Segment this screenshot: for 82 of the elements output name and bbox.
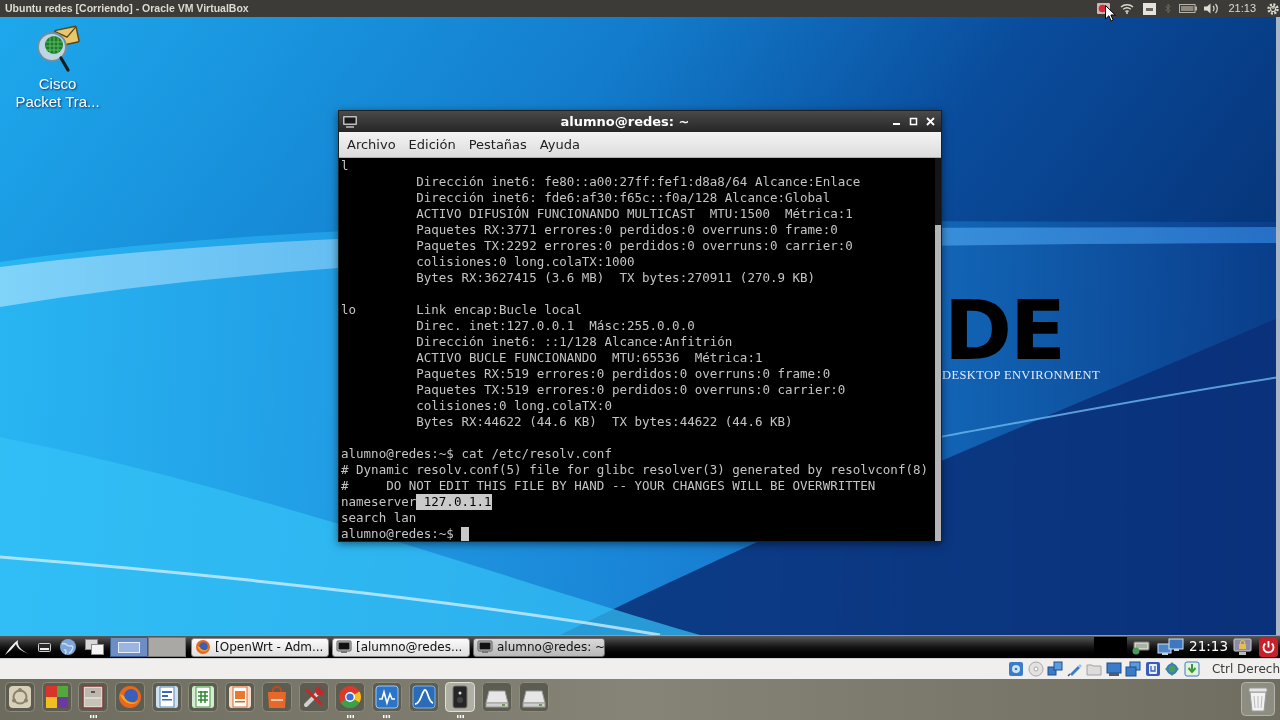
scrollbar-thumb[interactable] [935,225,941,541]
terminal-line: alumno@redes:~$ [341,526,454,541]
trash-icon[interactable] [1241,682,1275,716]
menu-item[interactable]: Edición [408,138,456,151]
terminal-line: Dirección inet6: ::1/128 Alcance:Anfitrión [416,334,733,349]
settings-icon[interactable] [1266,1,1280,16]
terminal-line: ACTIVO BUCLE FUNCIONANDO MTU:65536 Métrica:1 [416,350,763,365]
terminal-line: search lan [341,510,417,526]
stacked-windows-icon[interactable] [1125,661,1142,677]
presentation-icon[interactable] [225,682,256,712]
terminal-line: Link encap:Bucle local [416,302,582,318]
windows-icon[interactable] [85,639,104,655]
terminal-line: Paquetes TX:519 errores:0 perdidos:0 overruns:0 carrier:0 [416,382,846,397]
interface-name: lo [341,302,357,317]
monitor-icon [477,639,493,655]
terminal-line: Dirección inet6: fde6:af30:f65c::f0a/128 Alcance:Global [416,190,831,205]
panel-clock[interactable]: 21:13 [1189,640,1228,654]
monitor-icon [336,639,352,655]
display-icon[interactable] [1105,661,1122,677]
terminal-line: Dirección inet6: fe80::a00:27ff:fef1:d8a8/64 Alcance:Enlace [416,174,861,189]
spreadsheet-icon[interactable] [188,682,219,712]
terminal-line: Direc. inet:127.0.0.1 Másc:255.0.0.0 [416,318,695,333]
hard-drive-icon[interactable] [481,682,512,712]
network-computers-icon[interactable] [1157,638,1186,656]
terminal-title: alumno@redes: ~ [560,115,690,128]
keyboard-indicator-icon[interactable] [1143,2,1157,15]
maximize-icon[interactable] [909,117,918,126]
terminal-line: colisiones:0 long.colaTX:1000 [416,254,635,269]
shopping-bag-icon[interactable] [261,682,292,712]
battery-icon[interactable] [1179,4,1198,13]
circle-logo-icon[interactable] [5,682,35,712]
terminal-line: # DO NOT EDIT THIS FILE BY HAND -- YOUR CHANGES WILL BE OVERWRITTEN [341,478,876,494]
terminal-line: colisiones:0 long.colaTX:0 [416,398,612,413]
taskbar-button[interactable]: [OpenWrt - Adm... [191,637,329,657]
wifi-icon[interactable] [1120,3,1135,14]
browser-icon [195,639,211,655]
browser-icon[interactable] [115,682,146,712]
usb-stick-icon[interactable] [1066,661,1083,677]
terminal-line: Paquetes TX:2292 errores:0 perdidos:0 overruns:0 carrier:0 [416,238,853,253]
menu-item[interactable]: Pestañas [468,138,527,151]
power-icon[interactable] [1259,637,1278,657]
selected-text: 127.0.1.1 [416,494,492,510]
text-document-icon[interactable] [151,682,182,712]
network-icon[interactable] [1047,661,1064,677]
lock-screen-icon[interactable] [1233,638,1252,656]
hard-drive-icon[interactable] [518,682,549,712]
magnifier-envelope-icon[interactable] [34,25,81,73]
host-key-label: Ctrl Derech [1211,663,1280,675]
terminal-line: l [341,158,349,174]
monitor-icon [342,114,358,129]
workspace-button[interactable] [110,637,148,657]
wallpaper-logo-text: DE [944,290,1065,372]
taskbar-button[interactable]: alumno@redes: ~ [473,637,605,657]
tools-icon[interactable] [298,682,329,712]
taskbar-button[interactable]: [alumno@redes... [332,637,470,657]
drawer-icon[interactable] [78,682,109,712]
color-squares-icon[interactable] [41,682,72,712]
terminal-line: Bytes RX:3627415 (3.6 MB) TX bytes:270911 (270.9 KB) [416,270,816,285]
download-icon[interactable] [1183,661,1200,677]
wave-curve-icon[interactable] [408,682,439,712]
terminal-line: # Dynamic resolv.conf(5) file for glibc resolver(3) generated by resolvconf(8) [341,462,928,478]
show-desktop-icon[interactable] [38,642,51,652]
window-title: Ubuntu redes [Corriendo] - Oracle VM VirtualBox [5,3,249,14]
terminal-line: Paquetes RX:3771 errores:0 perdidos:0 overruns:0 frame:0 [416,222,838,237]
chip-icon[interactable] [1144,661,1161,677]
volume-icon[interactable] [1204,3,1220,14]
terminal-line: Paquetes RX:519 errores:0 perdidos:0 overruns:0 frame:0 [416,366,831,381]
clock[interactable]: 21:13 [1228,3,1256,14]
terminal-line: alumno@redes:~$ cat /etc/resolv.conf [341,446,612,462]
globe-icon[interactable] [58,638,78,656]
terminal-line: ACTIVO DIFUSIÓN FUNCIONANDO MULTICAST MTU:1500 Métrica:1 [416,206,853,221]
network-adapter-icon[interactable] [1131,639,1151,655]
close-icon[interactable] [926,117,935,126]
ring-diamond-icon[interactable] [1164,661,1181,677]
terminal-line: Bytes RX:44622 (44.6 KB) TX bytes:44622 (44.6 KB) [416,414,793,429]
dark-device-icon[interactable] [445,682,476,712]
activity-monitor-icon[interactable] [371,682,402,712]
wallpaper-tagline: DESKTOP ENVIRONMENT [942,369,1100,382]
terminal-line: nameserver [341,494,417,510]
menu-item[interactable]: Ayuda [539,138,580,151]
mouse-pointer-icon [1105,5,1116,22]
menu-item[interactable]: Archivo [347,138,396,151]
